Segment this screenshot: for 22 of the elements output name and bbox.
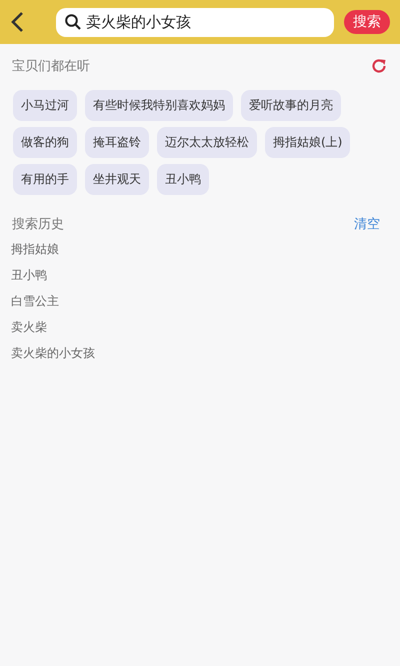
tag-chip[interactable]: 做客的狗: [13, 127, 77, 158]
tag-chip[interactable]: 爱听故事的月亮: [241, 90, 341, 121]
tag-chip[interactable]: 掩耳盗铃: [85, 127, 149, 158]
search-field[interactable]: 卖火柴的小女孩: [56, 8, 334, 36]
history-item[interactable]: 拇指姑娘: [11, 241, 389, 257]
search-icon: [64, 12, 82, 30]
history-item[interactable]: 白雪公主: [11, 293, 389, 309]
refresh-icon[interactable]: [370, 57, 388, 75]
tag-chip[interactable]: 有用的手: [13, 164, 77, 195]
search-button[interactable]: 搜索: [344, 10, 390, 34]
tag-chip[interactable]: 拇指姑娘(上): [265, 127, 350, 158]
tag-chip[interactable]: 丑小鸭: [157, 164, 209, 195]
section-title: 宝贝们都在听: [12, 58, 90, 75]
history-item[interactable]: 卖火柴的小女孩: [11, 345, 389, 361]
tag-chip[interactable]: 有些时候我特别喜欢妈妈: [85, 90, 233, 121]
history-item[interactable]: 丑小鸭: [11, 267, 389, 283]
tag-chip[interactable]: 迈尔太太放轻松: [157, 127, 257, 158]
tag-chip[interactable]: 小马过河: [13, 90, 77, 121]
clear-link[interactable]: 清空: [354, 215, 380, 233]
section-title: 搜索历史: [12, 216, 64, 233]
history-item[interactable]: 卖火柴: [11, 319, 389, 335]
tag-chip[interactable]: 坐井观天: [85, 164, 149, 195]
